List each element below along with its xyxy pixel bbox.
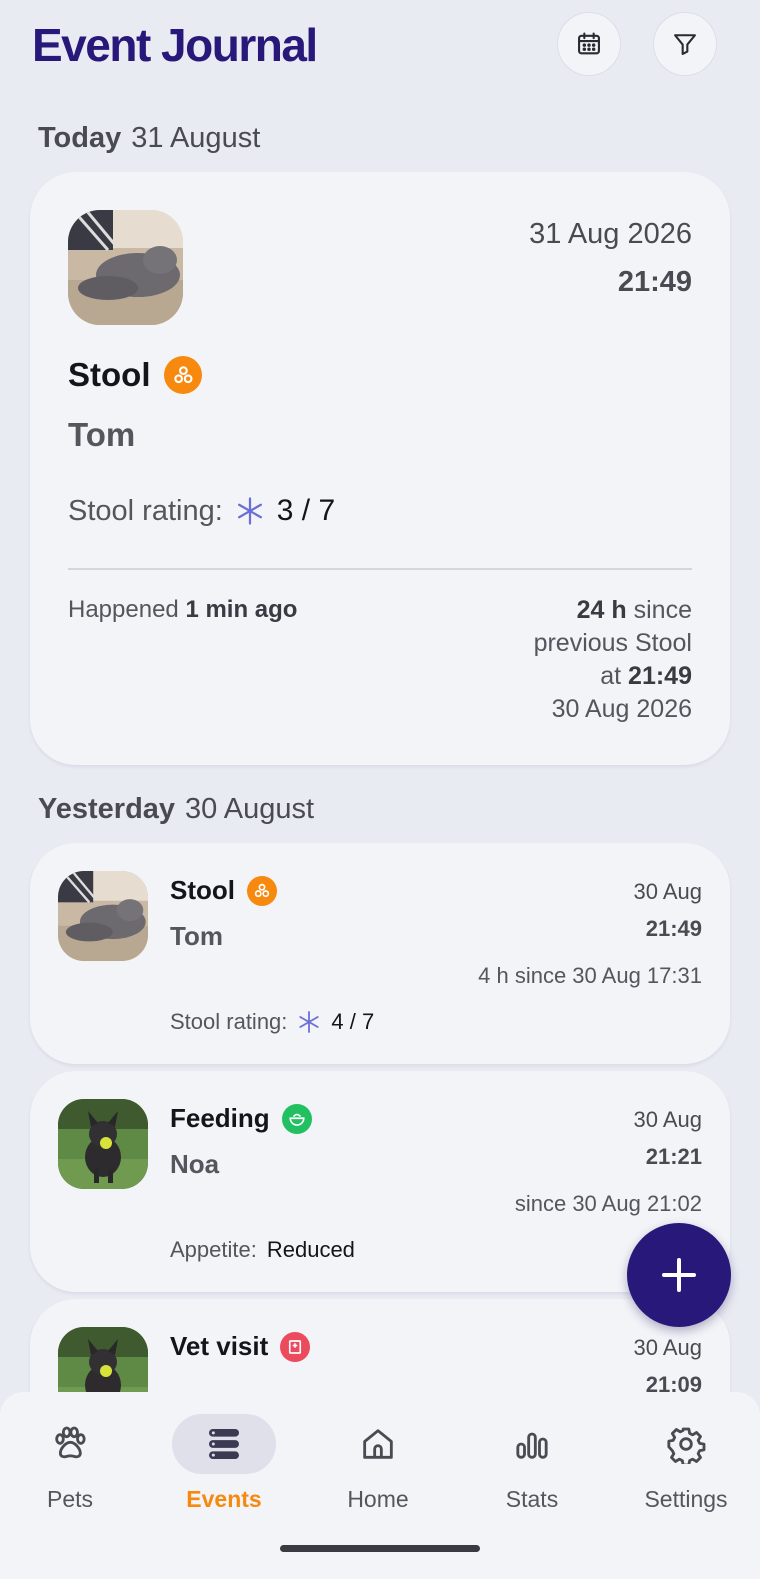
detail-value: Reduced (266, 1237, 355, 1262)
pet-name: Tom (170, 921, 223, 951)
event-type-label: Vet visit (170, 1331, 269, 1361)
since-time: 21:49 (628, 662, 692, 690)
filter-icon (674, 34, 696, 55)
section-header-today: Today 31 August (38, 122, 260, 155)
asterisk-icon (237, 497, 262, 525)
event-type: Vet visit (170, 1331, 311, 1362)
event-time: 21:49 (617, 266, 692, 298)
divider (68, 568, 692, 570)
event-type: Stool (170, 875, 277, 906)
section-label: Today (38, 122, 122, 154)
stool-icon (247, 875, 277, 906)
pet-photo-tom (68, 210, 183, 325)
featured-event-card[interactable]: 31 Aug 2026 21:49 Stool Tom Stool rating… (30, 172, 730, 765)
hospital-icon (280, 1331, 311, 1362)
event-type-label: Feeding (170, 1103, 270, 1133)
event-type-label: Stool (170, 875, 235, 905)
event-datetime: 31 Aug 2026 21:49 (529, 210, 692, 306)
nav-stats[interactable]: Stats (462, 1414, 602, 1513)
since-at: at (600, 662, 622, 690)
happened-value: 1 min ago (185, 596, 298, 623)
app-title: Event Journal (32, 19, 318, 71)
event-time: 21:49 (645, 916, 702, 941)
event-date: 30 Aug (633, 1107, 702, 1132)
list-icon (209, 1429, 239, 1459)
section-header-yesterday: Yesterday 30 August (38, 793, 314, 826)
event-card-feeding[interactable]: Feeding Noa 30 Aug 21:21 since 30 Aug 21… (30, 1071, 730, 1292)
event-time: 21:21 (645, 1144, 702, 1169)
event-type-label: Stool (68, 356, 151, 393)
nav-label: Events (186, 1486, 262, 1512)
bowl-icon (281, 1103, 312, 1134)
rating-value: 3 / 7 (276, 494, 336, 527)
home-indicator (280, 1545, 480, 1552)
section-label: Yesterday (38, 793, 176, 825)
since-info: 4 h since 30 Aug 17:31 (478, 963, 702, 988)
pet-name: Noa (170, 1149, 220, 1179)
event-datetime: 30 Aug 21:49 (633, 873, 702, 947)
bar-chart-icon (516, 1432, 548, 1459)
stool-icon (164, 356, 203, 394)
asterisk-icon (299, 1011, 320, 1033)
nav-label: Home (347, 1486, 409, 1512)
pet-photo-tom (58, 871, 148, 961)
gear-icon (667, 1427, 706, 1464)
pet-name: Tom (68, 416, 136, 453)
since-previous: previous Stool (533, 629, 692, 657)
event-card-stool[interactable]: Stool Tom 30 Aug 21:49 4 h since 30 Aug … (30, 843, 730, 1064)
event-date: 31 Aug 2026 (529, 218, 692, 250)
detail-value: 4 / 7 (331, 1009, 375, 1034)
rating-label: Stool rating: (68, 494, 223, 527)
event-date: 30 Aug (633, 879, 702, 904)
stool-rating: Stool rating: 4 / 7 (170, 1009, 374, 1035)
nav-settings[interactable]: Settings (616, 1414, 756, 1513)
detail-label: Appetite: (170, 1237, 257, 1262)
appetite: Appetite: Reduced (170, 1237, 355, 1263)
happened-label: Happened (68, 596, 179, 623)
since-duration: 24 h (576, 596, 627, 624)
since-word: since (633, 596, 692, 624)
nav-home[interactable]: Home (308, 1414, 448, 1513)
happened-info: Happened 1 min ago (68, 596, 297, 624)
event-type: Feeding (170, 1103, 312, 1134)
nav-label: Settings (644, 1486, 728, 1512)
nav-pets[interactable]: Pets (0, 1414, 140, 1513)
detail-label: Stool rating: (170, 1009, 288, 1034)
section-date: 31 August (131, 122, 261, 154)
since-date: 30 Aug 2026 (551, 695, 692, 723)
pet-photo-noa (58, 1099, 148, 1189)
event-date: 30 Aug (633, 1335, 702, 1360)
stool-rating: Stool rating: 3 / 7 (68, 494, 335, 528)
since-info: since 30 Aug 21:02 (514, 1191, 702, 1216)
calendar-icon (578, 32, 600, 55)
event-datetime: 30 Aug 21:21 (633, 1101, 702, 1175)
nav-label: Pets (46, 1486, 94, 1512)
since-previous-info: 24 h since previous Stool at 21:49 30 Au… (534, 594, 692, 726)
nav-events[interactable]: Events (154, 1414, 294, 1513)
add-event-button[interactable] (627, 1223, 731, 1327)
calendar-button[interactable] (557, 12, 621, 76)
filter-button[interactable] (653, 12, 717, 76)
event-type: Stool (68, 356, 203, 394)
paw-icon (55, 1426, 86, 1459)
section-date: 30 August (185, 793, 315, 825)
nav-label: Stats (505, 1486, 559, 1512)
home-icon (363, 1429, 393, 1459)
plus-icon (662, 1258, 696, 1292)
